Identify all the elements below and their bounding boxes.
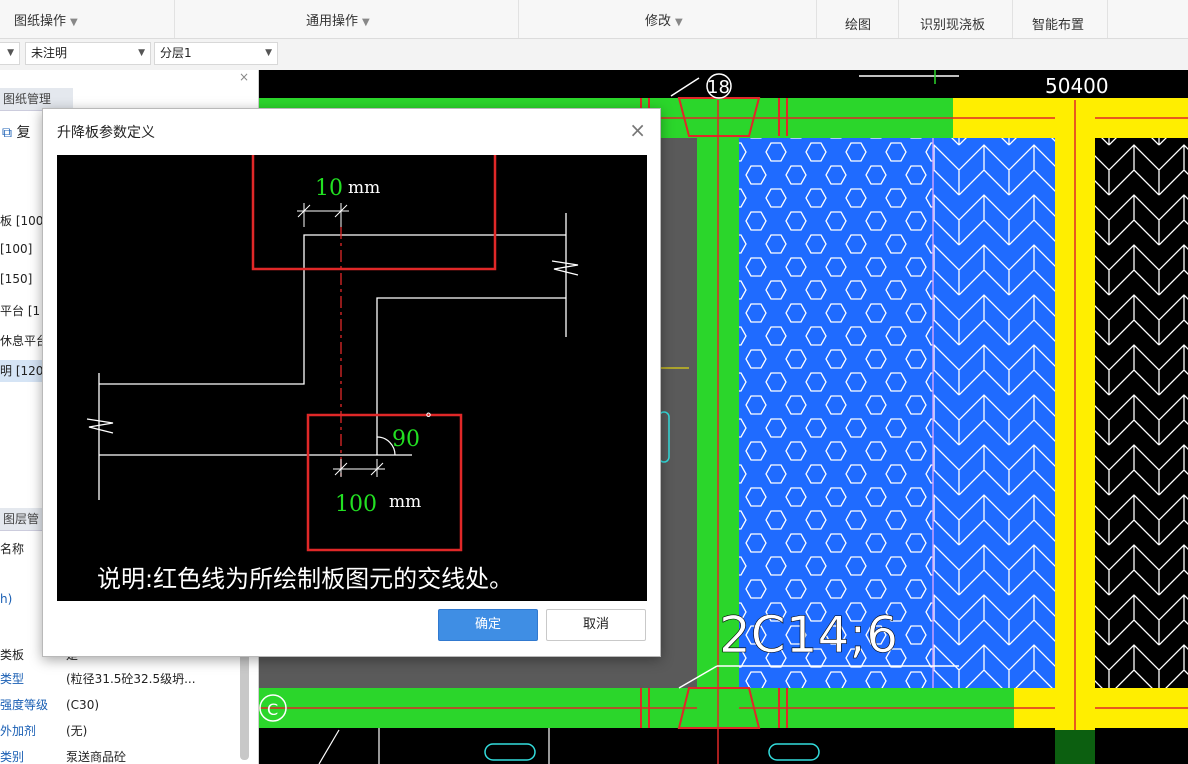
prop-row[interactable]: 外加剂 (无)	[0, 722, 87, 739]
menu-divider	[898, 0, 899, 38]
axis-label-c: C	[267, 700, 278, 719]
layer-combo-value: 分层1	[160, 46, 192, 60]
prop-key: 强度等级	[0, 698, 49, 712]
menu-drawing-ops-label: 图纸操作	[14, 14, 67, 29]
menu-smart-layout[interactable]: 智能布置	[1032, 14, 1084, 33]
prop-value: (无)	[66, 724, 88, 738]
prop-value: (C30)	[66, 698, 100, 712]
menu-modify[interactable]: 修改 ▼	[645, 10, 683, 29]
panel-close-icon[interactable]: ×	[239, 70, 249, 84]
prop-row[interactable]: 强度等级 (C30)	[0, 696, 99, 713]
layer-combo[interactable]: 分层1 ▼	[154, 42, 278, 65]
copy-item[interactable]: ⧉ 复	[2, 122, 30, 142]
name-column-label: 名称	[0, 542, 25, 556]
menu-divider	[174, 0, 175, 38]
list-item-selected[interactable]: 明 [120	[0, 360, 44, 382]
copy-label: 复	[16, 125, 31, 141]
prop-row[interactable]: 类型 (粒径31.5砼32.5级坍...	[0, 670, 196, 687]
menu-draw[interactable]: 绘图	[845, 14, 871, 33]
diagram-note: 说明:红色线为所绘制板图元的交线处。	[97, 565, 513, 593]
dropdown-arrow-icon: ▼	[7, 48, 14, 58]
chevron-down-icon: ▼	[362, 17, 370, 28]
copy-icon: ⧉	[2, 125, 12, 141]
slab-params-dialog: 升降板参数定义 × 10 mm 90 ° 100 mm 说明:红色线为所绘制板图…	[42, 108, 661, 657]
annotation-combo[interactable]: 未注明 ▼	[25, 42, 151, 65]
list-item[interactable]: 休息平台	[0, 332, 48, 349]
list-item[interactable]: [150]	[0, 272, 32, 286]
top-dim-unit: mm	[348, 178, 380, 198]
h-label: h)	[0, 592, 13, 606]
cancel-button[interactable]: 取消	[546, 609, 646, 641]
menu-divider	[816, 0, 817, 38]
prop-key: 类别	[0, 750, 25, 764]
axis-label-18: 18	[707, 77, 730, 98]
top-dim-value: 10	[315, 176, 343, 201]
menu-modify-label: 修改	[645, 14, 672, 29]
angle-value: 90	[392, 427, 420, 452]
dialog-title: 升降板参数定义	[57, 125, 155, 141]
dropdown-arrow-icon: ▼	[138, 48, 145, 58]
top-menu-bar: 图纸操作 ▼ 通用操作 ▼ 修改 ▼ 绘图 识别现浇板 智能布置	[0, 0, 1188, 39]
prop-row[interactable]: 类别 泵送商品砼	[0, 748, 126, 764]
prop-key: 外加剂	[0, 724, 37, 738]
list-item[interactable]: [100]	[0, 242, 32, 256]
bottom-dim-unit: mm	[389, 492, 421, 512]
dropdown-arrow-icon: ▼	[265, 48, 272, 58]
menu-divider	[518, 0, 519, 38]
prop-value: 泵送商品砼	[66, 750, 127, 764]
list-item[interactable]: 平台 [1	[0, 302, 40, 319]
menu-drawing-ops[interactable]: 图纸操作 ▼	[14, 10, 78, 29]
bottom-dim-value: 100	[335, 492, 377, 517]
ok-button[interactable]: 确定	[438, 609, 538, 641]
menu-divider	[1012, 0, 1013, 38]
close-icon[interactable]: ×	[629, 118, 646, 142]
dimension-50400: 50400	[1045, 74, 1109, 98]
rebar-annotation: 2C14;6	[719, 606, 898, 664]
prop-key: 类型	[0, 672, 25, 686]
chevron-down-icon: ▼	[70, 17, 78, 28]
menu-general-ops[interactable]: 通用操作 ▼	[306, 10, 370, 29]
chevron-down-icon: ▼	[675, 17, 683, 28]
angle-unit: °	[425, 411, 432, 427]
menu-recognize-slab[interactable]: 识别现浇板	[920, 14, 985, 33]
first-combo[interactable]: ▼	[0, 42, 20, 65]
menu-divider	[1107, 0, 1108, 38]
section-diagram: 10 mm 90 ° 100 mm 说明:红色线为所绘制板图元的交线处。	[57, 147, 647, 601]
list-item[interactable]: 板 [100	[0, 212, 43, 229]
annotation-combo-value: 未注明	[31, 46, 68, 60]
property-toolbar: ▼ 未注明 ▼ 分层1 ▼	[0, 39, 1188, 69]
menu-general-ops-label: 通用操作	[306, 14, 359, 29]
section-diagram-svg: 10 mm 90 ° 100 mm 说明:红色线为所绘制板图元的交线处。	[57, 147, 647, 601]
prop-value: (粒径31.5砼32.5级坍...	[66, 672, 196, 686]
